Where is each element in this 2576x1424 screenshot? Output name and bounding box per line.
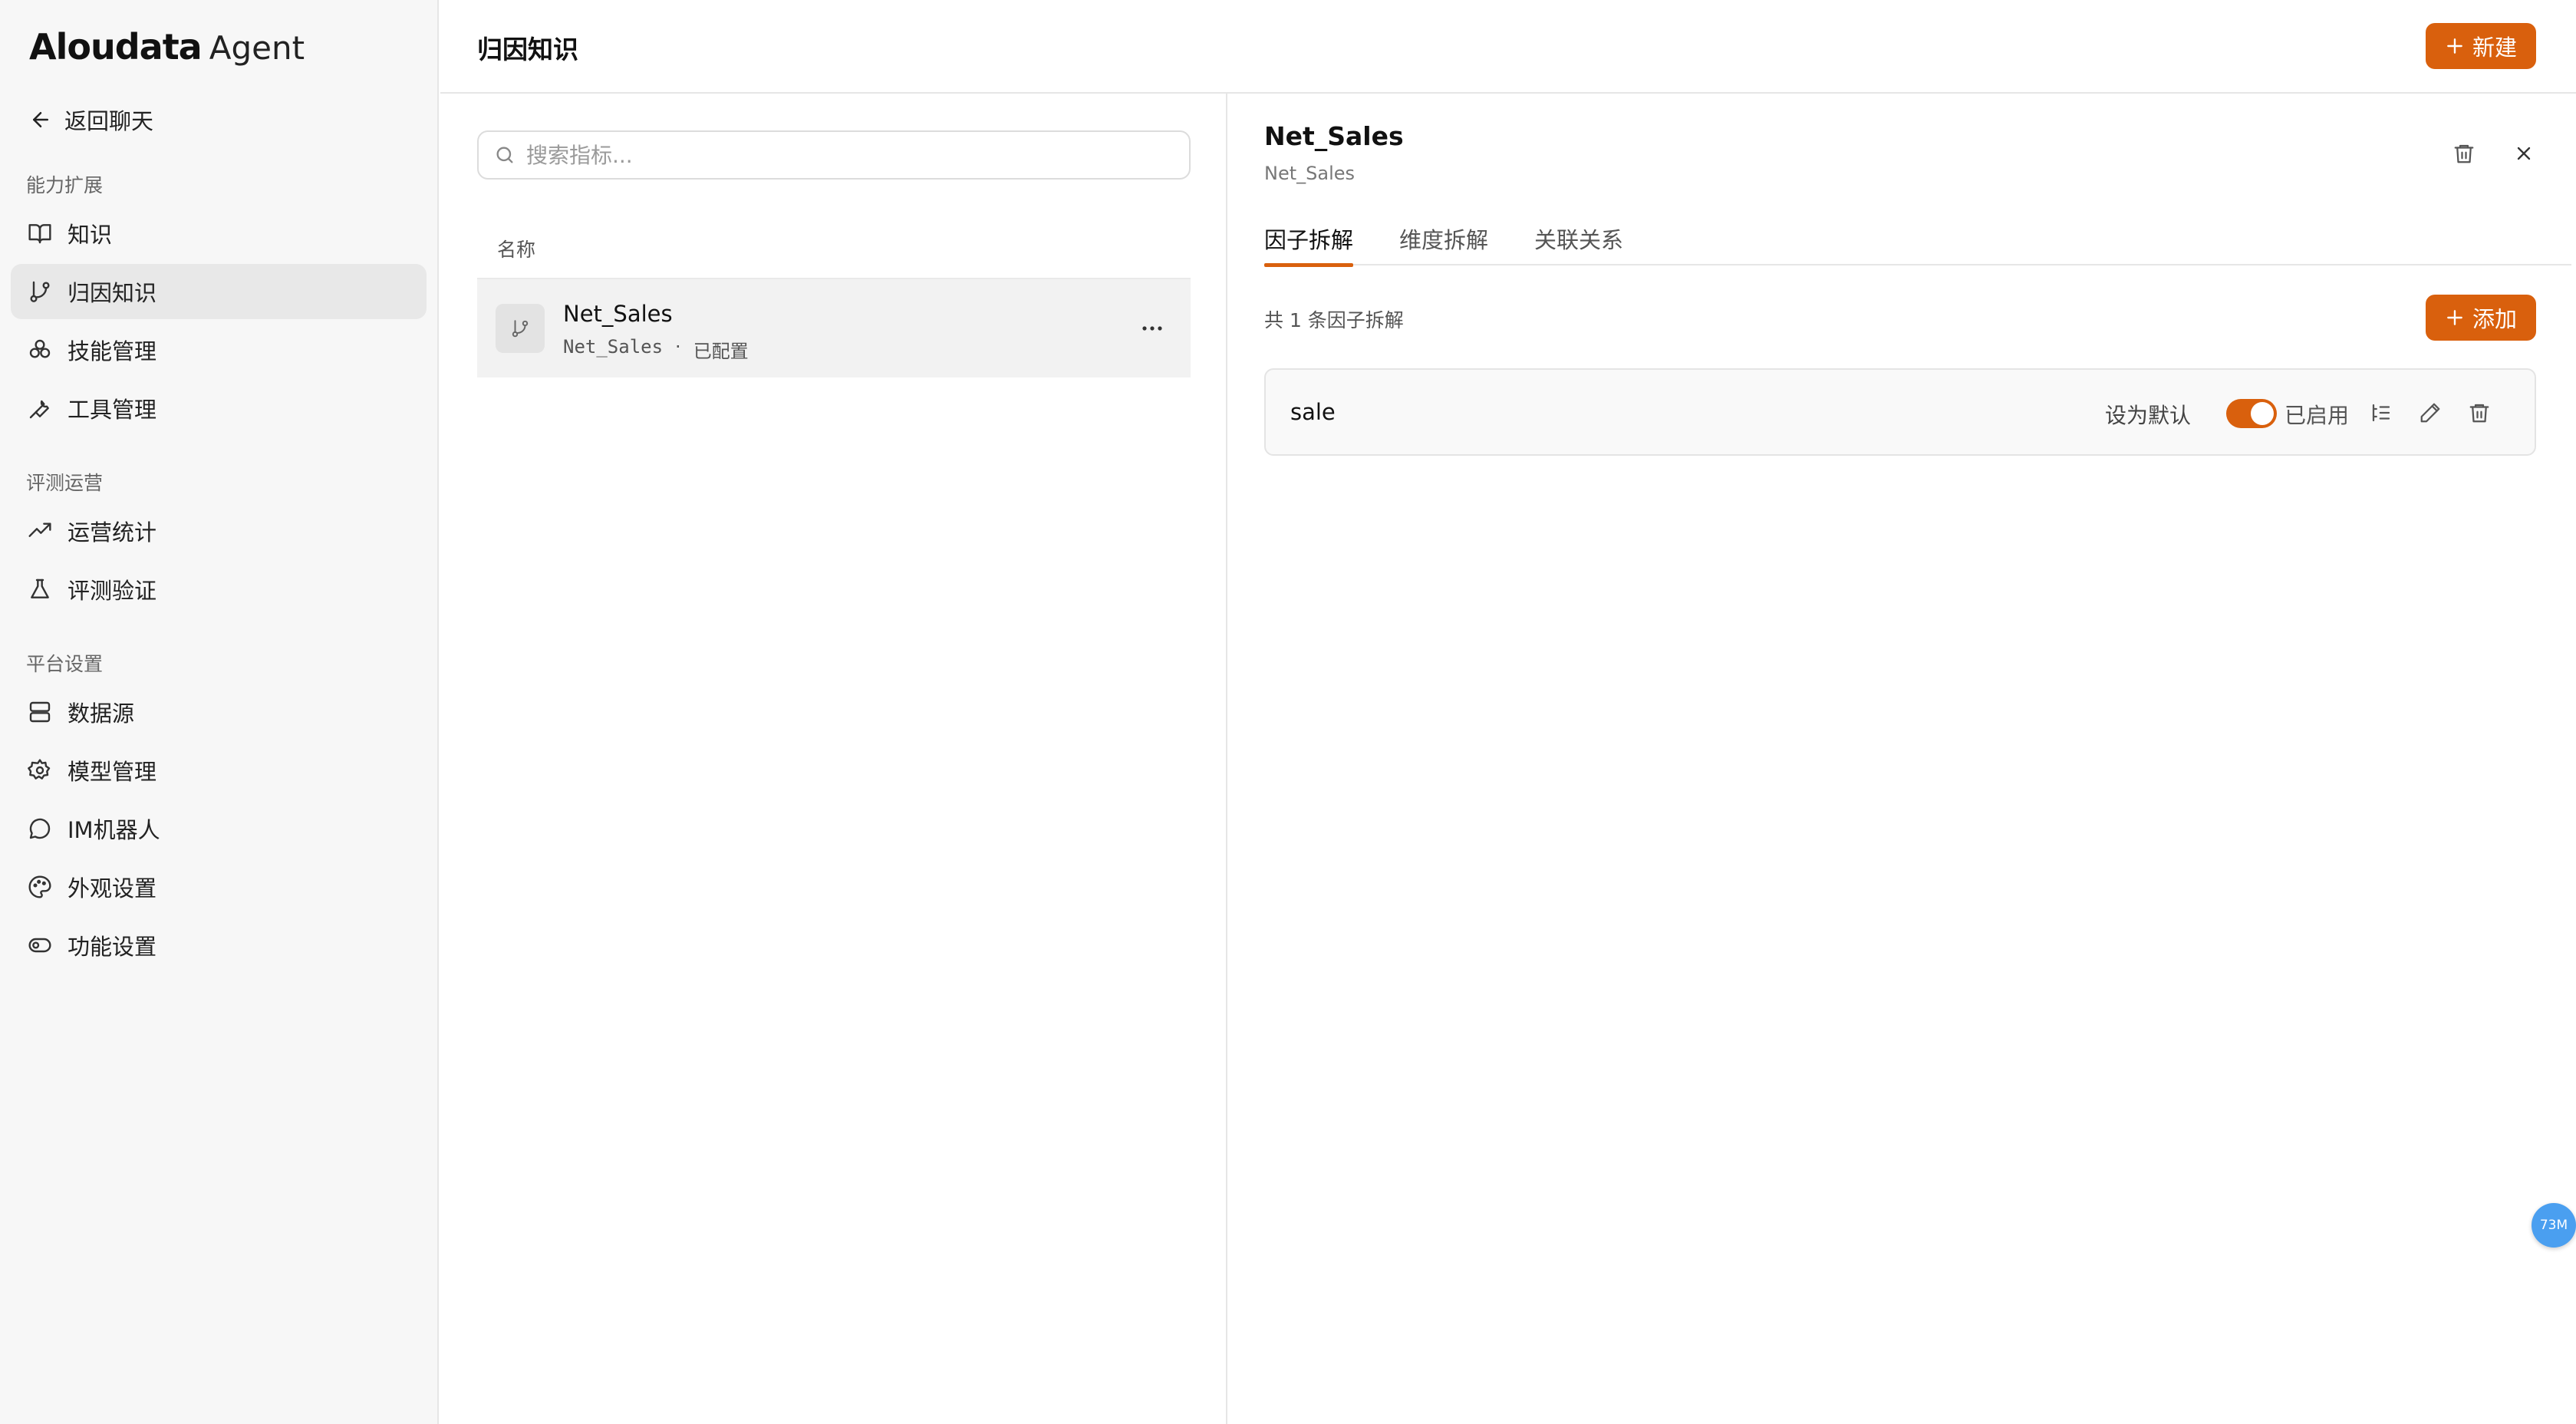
sidebar: Aloudata Agent 返回聊天 能力扩展 知识 归因知识 技能管理 工具…: [0, 0, 439, 1424]
toggle-knob: [2251, 402, 2274, 425]
settings-icon: [28, 759, 51, 780]
sidebar-item-skills[interactable]: 技能管理: [11, 322, 427, 377]
new-button[interactable]: 新建: [2426, 23, 2536, 69]
sidebar-item-label: 功能设置: [68, 934, 157, 960]
sidebar-item-datasource[interactable]: 数据源: [11, 684, 427, 740]
enabled-label: 已启用: [2284, 403, 2349, 428]
wrench-icon: [29, 400, 49, 419]
section-title-platform: 平台设置: [26, 653, 104, 675]
git-branch-icon: [512, 320, 529, 338]
factor-name: sale: [1290, 399, 1336, 425]
back-to-chat-link[interactable]: 返回聊天: [29, 103, 153, 137]
more-menu-icon[interactable]: [1137, 313, 1168, 344]
close-panel-button[interactable]: [2505, 135, 2542, 172]
sidebar-item-label: IM机器人: [68, 817, 160, 843]
sidebar-item-label: 知识: [68, 222, 113, 248]
metric-list-panel: 名称 Net_Sales Net_Sales · 已配置: [440, 94, 1227, 1424]
app-root: Aloudata Agent 返回聊天 能力扩展 知识 归因知识 技能管理 工具…: [0, 0, 2576, 1424]
section-title-evaluation: 评测运营: [26, 472, 104, 494]
flask-icon: [31, 578, 49, 598]
sidebar-item-label: 工具管理: [68, 397, 157, 423]
trash-icon[interactable]: [2462, 396, 2496, 430]
sidebar-item-im-bot[interactable]: IM机器人: [11, 801, 427, 856]
row-status: 已配置: [693, 341, 749, 362]
tab-dimension-breakdown[interactable]: 维度拆解: [1399, 222, 1488, 265]
tree-view-icon[interactable]: [2364, 396, 2398, 430]
table-row[interactable]: Net_Sales Net_Sales · 已配置: [477, 279, 1191, 377]
sidebar-item-label: 运营统计: [68, 519, 157, 546]
sidebar-item-label: 外观设置: [68, 875, 157, 902]
sidebar-item-label: 模型管理: [68, 759, 157, 785]
top-bar: 归因知识 新建: [440, 0, 2576, 94]
factor-count-text: 共 1 条因子拆解: [1264, 309, 1404, 331]
sidebar-item-appearance[interactable]: 外观设置: [11, 859, 427, 915]
atom-icon: [29, 339, 51, 358]
detail-title: Net_Sales: [1264, 121, 1404, 151]
tab-relationships[interactable]: 关联关系: [1534, 222, 1623, 265]
sidebar-item-attribution-knowledge[interactable]: 归因知识: [11, 264, 427, 319]
close-icon: [2517, 147, 2531, 160]
edit-icon[interactable]: [2413, 396, 2447, 430]
brand-logo: Aloudata Agent: [29, 26, 305, 69]
new-button-label: 新建: [2472, 35, 2517, 61]
detail-panel: Net_Sales Net_Sales 因子拆解 维度拆解 关联关系 共 1 条…: [1229, 94, 2576, 1424]
add-factor-button[interactable]: 添加: [2426, 295, 2536, 341]
back-to-chat-label: 返回聊天: [64, 108, 154, 134]
set-default-link[interactable]: 设为默认: [2105, 399, 2191, 430]
sidebar-item-operation-stats[interactable]: 运营统计: [11, 503, 427, 559]
factor-card: sale 设为默认 已启用: [1264, 368, 2536, 456]
enable-toggle[interactable]: [2226, 399, 2277, 428]
memory-badge[interactable]: 73M: [2532, 1203, 2576, 1248]
row-title: Net_Sales: [563, 301, 673, 327]
sidebar-item-label: 评测验证: [68, 578, 157, 604]
brand-main: Aloudata: [29, 26, 203, 68]
detail-tabs: 因子拆解 维度拆解 关联关系: [1264, 222, 2571, 267]
row-code: Net_Sales: [563, 336, 664, 358]
tab-factor-breakdown[interactable]: 因子拆解: [1264, 222, 1354, 267]
section-title-capability: 能力扩展: [26, 174, 104, 196]
sidebar-item-knowledge[interactable]: 知识: [11, 206, 427, 261]
page-title: 归因知识: [477, 35, 578, 64]
row-separator: ·: [675, 336, 681, 358]
plus-icon: [2447, 310, 2462, 325]
column-header-name: 名称: [497, 239, 536, 261]
plus-icon: [2447, 38, 2462, 54]
search-input[interactable]: [526, 142, 1155, 168]
palette-icon: [28, 875, 51, 898]
trash-icon: [2454, 144, 2474, 163]
detail-subtitle: Net_Sales: [1264, 163, 1356, 184]
server-icon: [29, 701, 51, 723]
book-icon: [28, 224, 51, 244]
trending-up-icon: [28, 522, 51, 537]
sidebar-item-features[interactable]: 功能设置: [11, 918, 427, 973]
search-icon: [496, 147, 513, 163]
row-subtitle: Net_Sales · 已配置: [563, 336, 749, 363]
delete-metric-button[interactable]: [2446, 135, 2482, 172]
add-button-label: 添加: [2472, 306, 2517, 332]
arrow-left-icon: [33, 112, 48, 127]
sidebar-item-label: 数据源: [68, 700, 135, 727]
toggle-icon: [28, 938, 51, 953]
sidebar-item-evaluation[interactable]: 评测验证: [11, 562, 427, 617]
row-icon: [496, 304, 545, 353]
search-box[interactable]: [477, 130, 1191, 180]
sidebar-item-label: 技能管理: [68, 338, 157, 364]
brand-sub: Agent: [209, 29, 305, 67]
sidebar-item-tools[interactable]: 工具管理: [11, 381, 427, 436]
message-circle-icon: [29, 818, 51, 839]
sidebar-item-label: 归因知识: [68, 280, 157, 306]
git-branch-icon: [30, 281, 50, 302]
sidebar-item-models[interactable]: 模型管理: [11, 743, 427, 798]
